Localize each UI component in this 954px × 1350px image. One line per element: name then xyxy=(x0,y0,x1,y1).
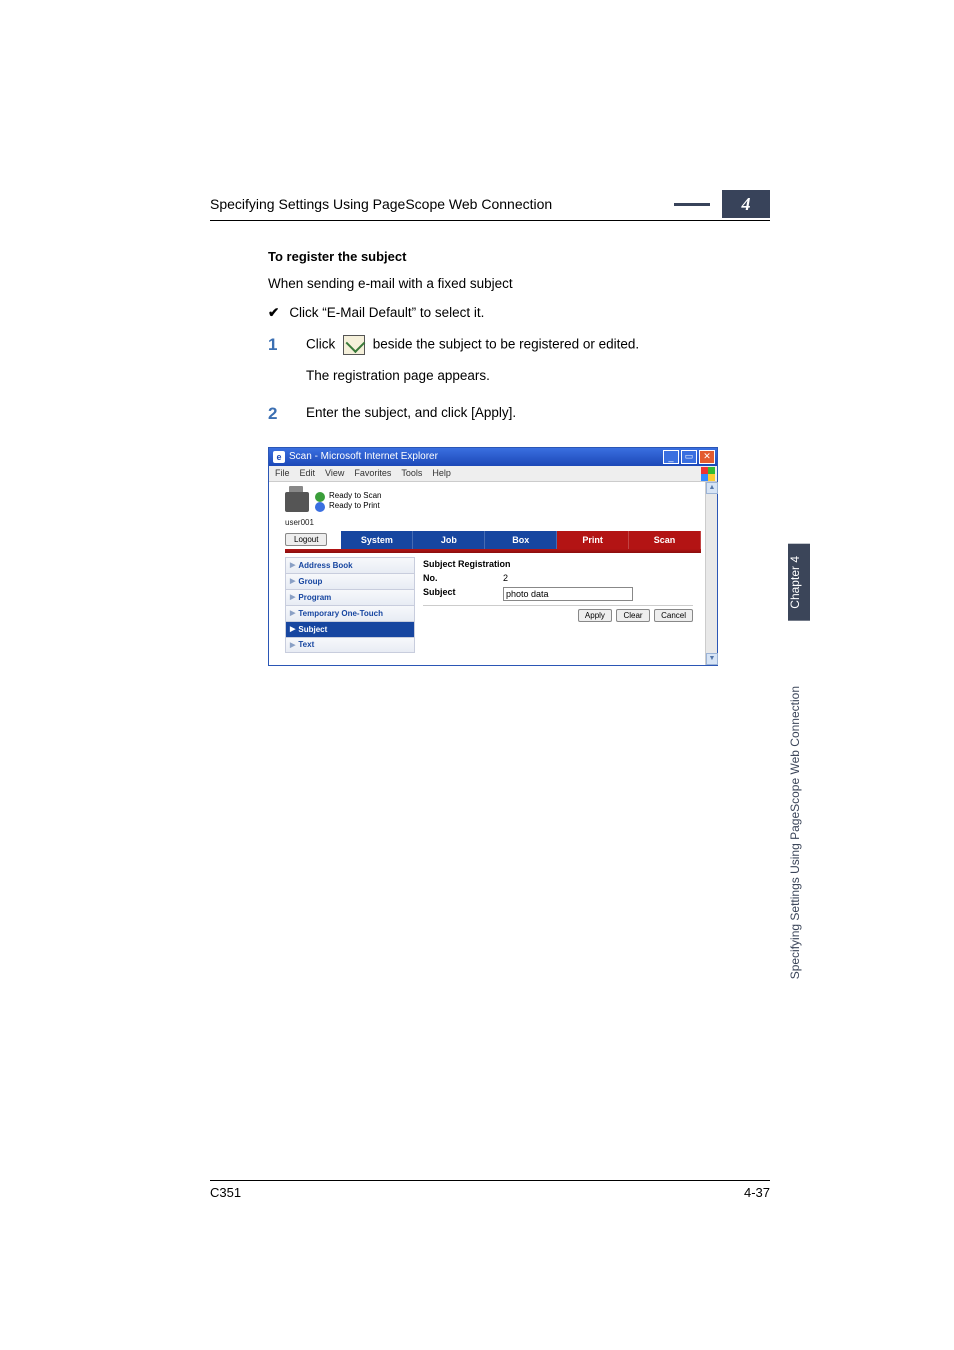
tab-job[interactable]: Job xyxy=(413,531,485,549)
sidenav-label: Temporary One-Touch xyxy=(298,609,383,618)
prereq-text: Click “E-Mail Default” to select it. xyxy=(289,305,484,321)
scroll-up-icon[interactable]: ▲ xyxy=(706,482,718,494)
tab-system[interactable]: System xyxy=(341,531,413,549)
field-no-value: 2 xyxy=(503,573,508,583)
browser-window: e Scan - Microsoft Internet Explorer _ ▭… xyxy=(268,447,718,666)
section-heading: To register the subject xyxy=(268,249,770,264)
edit-icon xyxy=(343,335,365,355)
sidenav-program[interactable]: ▶Program xyxy=(285,589,415,605)
menu-bar: File Edit View Favorites Tools Help xyxy=(269,466,717,482)
scrollbar[interactable]: ▲ ▼ xyxy=(705,482,717,665)
step1-text-before: Click xyxy=(306,337,339,352)
logout-button[interactable]: Logout xyxy=(285,533,327,546)
menu-favorites[interactable]: Favorites xyxy=(354,468,391,478)
subject-input[interactable] xyxy=(503,587,633,601)
footer-right: 4-37 xyxy=(744,1185,770,1200)
menu-tools[interactable]: Tools xyxy=(401,468,422,478)
check-icon: ✔ xyxy=(268,305,279,321)
side-tab-chapter: Chapter 4 xyxy=(788,544,810,621)
status-print: Ready to Print xyxy=(329,502,380,511)
running-title: Specifying Settings Using PageScope Web … xyxy=(210,196,552,212)
scroll-down-icon[interactable]: ▼ xyxy=(706,653,718,665)
sidenav-address-book[interactable]: ▶Address Book xyxy=(285,557,415,573)
side-nav: ▶Address Book ▶Group ▶Program ▶Temporary… xyxy=(285,557,415,653)
sidenav-label: Program xyxy=(298,593,331,602)
step-number: 2 xyxy=(268,404,282,435)
tab-box[interactable]: Box xyxy=(485,531,557,549)
window-title: Scan - Microsoft Internet Explorer xyxy=(289,451,438,462)
sidenav-temporary-one-touch[interactable]: ▶Temporary One-Touch xyxy=(285,605,415,621)
main-panel: Subject Registration No. 2 Subject Apply… xyxy=(419,557,697,653)
tab-underbar xyxy=(285,549,701,553)
cancel-button[interactable]: Cancel xyxy=(654,609,693,622)
step-2: 2 Enter the subject, and click [Apply]. xyxy=(268,404,770,435)
header-stripe xyxy=(674,203,710,206)
device-status: Ready to Scan Ready to Print xyxy=(275,486,711,514)
section-intro: When sending e-mail with a fixed subject xyxy=(268,276,770,291)
apply-button[interactable]: Apply xyxy=(578,609,612,622)
clear-button[interactable]: Clear xyxy=(616,609,649,622)
step1-result: The registration page appears. xyxy=(306,367,639,386)
sidenav-text[interactable]: ▶Text xyxy=(285,637,415,653)
close-button[interactable]: ✕ xyxy=(699,450,715,464)
menu-view[interactable]: View xyxy=(325,468,344,478)
printer-icon xyxy=(285,492,309,512)
sidenav-subject[interactable]: ▶Subject xyxy=(285,621,415,637)
side-tab-title: Specifying Settings Using PageScope Web … xyxy=(788,621,810,1044)
menu-help[interactable]: Help xyxy=(432,468,451,478)
status-dot-green xyxy=(315,492,325,502)
field-no-label: No. xyxy=(423,573,503,583)
sidenav-group[interactable]: ▶Group xyxy=(285,573,415,589)
sidenav-label: Subject xyxy=(298,625,327,634)
menu-file[interactable]: File xyxy=(275,468,290,478)
step2-text: Enter the subject, and click [Apply]. xyxy=(306,404,516,423)
sidenav-label: Address Book xyxy=(298,561,352,570)
step-1: 1 Click beside the subject to be registe… xyxy=(268,335,770,398)
minimize-button[interactable]: _ xyxy=(663,450,679,464)
windows-logo-icon xyxy=(701,467,715,481)
field-subject-label: Subject xyxy=(423,587,503,601)
step1-text-after: beside the subject to be registered or e… xyxy=(373,337,639,352)
sidenav-label: Group xyxy=(298,577,322,586)
footer-left: C351 xyxy=(210,1185,241,1200)
tab-print[interactable]: Print xyxy=(557,531,629,549)
header-rule xyxy=(210,220,770,221)
panel-title: Subject Registration xyxy=(423,559,693,569)
chapter-number-box: 4 xyxy=(722,190,770,218)
user-label: user001 xyxy=(275,518,711,527)
tab-scan[interactable]: Scan xyxy=(629,531,701,549)
sidenav-label: Text xyxy=(298,640,314,649)
step-number: 1 xyxy=(268,335,282,398)
page-footer: C351 4-37 xyxy=(210,1180,770,1200)
side-chapter-tab: Chapter 4 Specifying Settings Using Page… xyxy=(788,544,810,1044)
status-scan: Ready to Scan xyxy=(329,492,381,501)
title-bar: e Scan - Microsoft Internet Explorer _ ▭… xyxy=(269,448,717,466)
ie-icon: e xyxy=(273,451,285,463)
menu-edit[interactable]: Edit xyxy=(300,468,316,478)
prereq-line: ✔ Click “E-Mail Default” to select it. xyxy=(268,305,770,321)
status-dot-blue xyxy=(315,502,325,512)
maximize-button[interactable]: ▭ xyxy=(681,450,697,464)
header-right: 4 xyxy=(674,190,770,218)
